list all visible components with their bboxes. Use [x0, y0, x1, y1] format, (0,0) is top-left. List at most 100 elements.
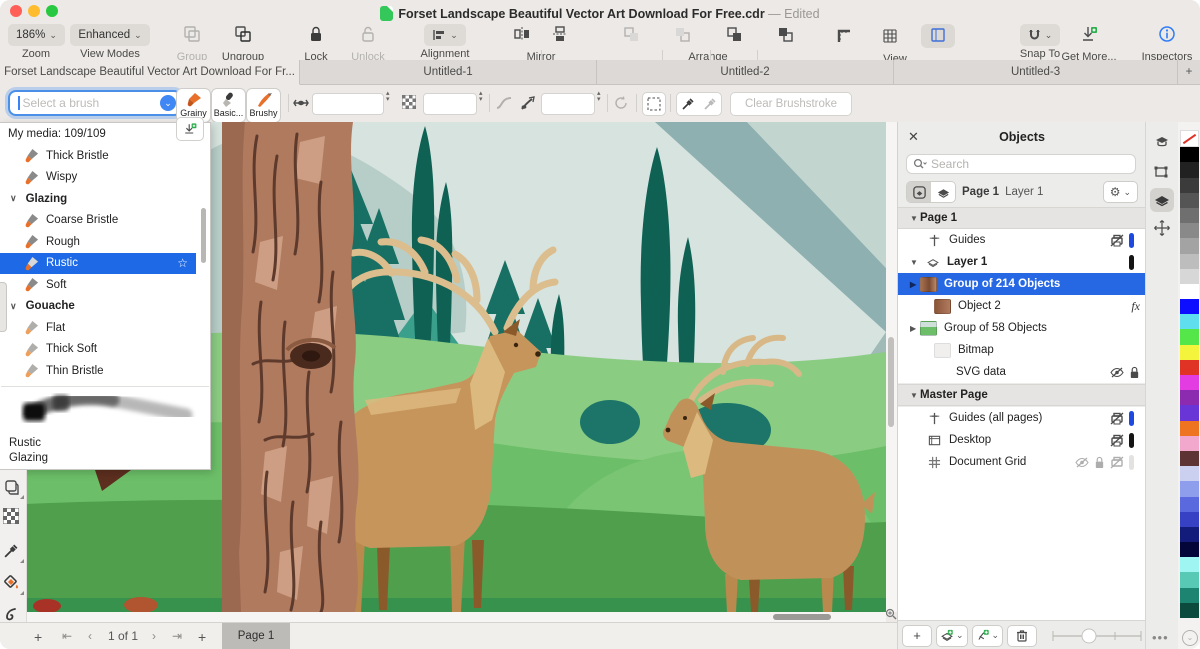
horizontal-scrollbar[interactable]	[25, 612, 886, 622]
new-object-button[interactable]: +	[902, 625, 932, 647]
back-one-icon[interactable]	[775, 24, 795, 46]
page-view-toggle[interactable]	[907, 182, 931, 202]
objects-search-input[interactable]: Search	[906, 154, 1136, 174]
brush-group-gouache[interactable]: ∨Gouache	[0, 296, 196, 318]
color-swatch[interactable]	[1180, 178, 1199, 193]
apply-eyedropper-icon[interactable]	[703, 97, 717, 111]
unlock-button[interactable]: Unlock	[344, 24, 392, 63]
color-swatch[interactable]	[1180, 193, 1199, 208]
transparency-value[interactable]	[424, 94, 480, 116]
brush-item-rough[interactable]: Rough	[0, 231, 196, 253]
brush-list-scrollbar[interactable]	[201, 208, 206, 263]
chevron-down-icon[interactable]: ⌄	[160, 95, 176, 111]
printer-off-icon[interactable]	[1110, 434, 1124, 447]
layer-view-toggle[interactable]	[931, 182, 955, 202]
layer-color-pill[interactable]	[1129, 433, 1134, 448]
smoothing-value[interactable]	[542, 94, 598, 116]
brush-size-value[interactable]	[313, 94, 387, 116]
inspectors-button[interactable]: Inspectors	[1136, 24, 1198, 63]
eye-off-icon[interactable]	[1075, 457, 1089, 468]
printer-off-icon[interactable]	[1110, 412, 1124, 425]
brush-select-combobox[interactable]: Select a brush ⌄	[8, 90, 182, 116]
printer-off-icon[interactable]	[1110, 456, 1124, 469]
marquee-select-button[interactable]	[642, 92, 666, 116]
zoom-level-dropdown[interactable]: 186%⌄	[8, 24, 65, 46]
color-swatch[interactable]	[1180, 497, 1199, 512]
page-1-tab[interactable]: Page 1	[222, 623, 290, 649]
color-swatch[interactable]	[1180, 208, 1199, 223]
brush-item-thick-soft[interactable]: Thick Soft	[0, 339, 196, 361]
smooth-curve-icon[interactable]	[496, 96, 512, 110]
eyedropper-tool-icon[interactable]	[3, 542, 23, 562]
layer-color-pill[interactable]	[1129, 233, 1134, 248]
brush-item-thin-bristle[interactable]: Thin Bristle	[0, 360, 196, 382]
forward-one-icon[interactable]	[724, 24, 744, 46]
alignment-dropdown[interactable]: ⌄	[424, 24, 466, 46]
transparency-stepper[interactable]: ▴▾	[479, 91, 483, 103]
color-swatch[interactable]	[1180, 345, 1199, 360]
color-swatch[interactable]	[1180, 451, 1199, 466]
brush-item-coarse-bristle[interactable]: Coarse Bristle	[0, 210, 196, 232]
add-page-after-button[interactable]: +	[198, 629, 206, 645]
position-inspector-icon[interactable]	[1150, 216, 1174, 240]
snap-to-dropdown[interactable]: ⌄	[1020, 24, 1061, 46]
color-swatch[interactable]	[1180, 375, 1199, 390]
panel-drawer-handle[interactable]	[0, 282, 7, 332]
grid-icon[interactable]	[880, 26, 900, 48]
vertical-scrollbar[interactable]	[886, 122, 897, 612]
brush-item-flat[interactable]: Flat	[0, 317, 196, 339]
color-swatch[interactable]	[1180, 284, 1199, 299]
zoom-corner-icon[interactable]	[885, 608, 897, 620]
pattern-fill-icon[interactable]	[3, 508, 23, 528]
layer-color-pill[interactable]	[1129, 255, 1134, 270]
view-modes-dropdown[interactable]: Enhanced⌄	[70, 24, 149, 46]
favorite-star-icon[interactable]: ☆	[177, 256, 188, 270]
color-swatch[interactable]	[1180, 436, 1199, 451]
color-swatch[interactable]	[1180, 512, 1199, 527]
get-more-brushes-button[interactable]	[176, 117, 204, 141]
color-swatch[interactable]	[1180, 329, 1199, 344]
transform-inspector-icon[interactable]	[1150, 160, 1174, 184]
tab-untitled-1[interactable]: Untitled-1	[300, 60, 597, 84]
add-page-before-button[interactable]: +	[34, 629, 42, 645]
get-more-button[interactable]: Get More...	[1056, 24, 1122, 63]
to-back-icon[interactable]	[672, 24, 692, 46]
delete-object-button[interactable]	[1007, 625, 1037, 647]
mirror-vertical-icon[interactable]	[550, 24, 570, 46]
last-page-button[interactable]: ⇥	[172, 629, 182, 643]
lock-icon[interactable]	[1129, 366, 1140, 379]
color-swatch[interactable]	[1180, 542, 1199, 557]
horizontal-scrollbar-thumb[interactable]	[773, 614, 831, 620]
tree-row-document-grid[interactable]: Document Grid	[898, 451, 1146, 473]
color-swatch[interactable]	[1180, 390, 1199, 405]
color-swatch[interactable]	[1180, 557, 1199, 572]
clear-brushstroke-button[interactable]: Clear Brushstroke	[730, 92, 852, 116]
tab-untitled-3[interactable]: Untitled-3	[894, 60, 1178, 84]
thumbnail-size-slider[interactable]	[1051, 628, 1143, 644]
mirror-horizontal-icon[interactable]	[512, 24, 532, 46]
fill-tool-icon[interactable]	[3, 574, 23, 594]
first-page-button[interactable]: ⇤	[62, 629, 72, 643]
color-swatch[interactable]	[1180, 405, 1199, 420]
lock-icon[interactable]	[1094, 456, 1105, 469]
tree-row-object-2[interactable]: Object 2 fx	[898, 295, 1146, 317]
brush-item-wispy[interactable]: Wispy	[0, 167, 196, 189]
brush-direction-icon[interactable]	[520, 95, 536, 111]
objects-settings-button[interactable]: ⚙⌄	[1103, 181, 1138, 203]
reset-rotation-icon[interactable]	[613, 95, 629, 111]
smoothing-stepper[interactable]: ▴▾	[597, 91, 601, 103]
new-tab-button[interactable]: +	[1178, 60, 1200, 84]
brush-item-thick-bristle[interactable]: Thick Bristle	[0, 145, 196, 167]
eye-off-icon[interactable]	[1110, 367, 1124, 378]
color-swatch[interactable]	[1180, 314, 1199, 329]
page-border-icon[interactable]	[921, 24, 955, 48]
printer-off-icon[interactable]	[1110, 234, 1124, 247]
brush-item-soft[interactable]: Soft	[0, 274, 196, 296]
color-swatch[interactable]	[1180, 466, 1199, 481]
brush-style-basic-button[interactable]: Basic...	[211, 88, 246, 123]
hints-inspector-icon[interactable]	[1150, 130, 1174, 154]
rectangle-tool-icon[interactable]	[3, 478, 23, 498]
tree-row-group-214[interactable]: ▶Group of 214 Objects	[898, 273, 1146, 295]
vertical-scrollbar-thumb[interactable]	[888, 337, 894, 427]
smoothing-input[interactable]	[541, 93, 595, 115]
